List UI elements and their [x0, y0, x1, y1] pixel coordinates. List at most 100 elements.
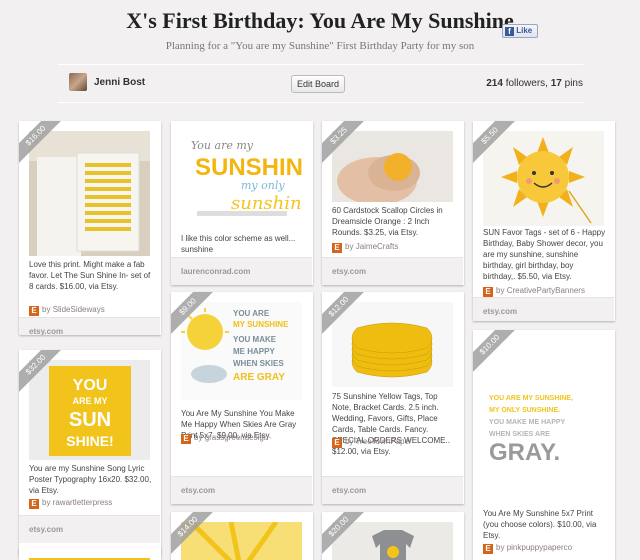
etsy-icon: E	[332, 438, 342, 448]
graphic-text: You are my	[191, 139, 254, 152]
pin-description: You are my Sunshine Song Lyric Poster Ty…	[29, 464, 152, 495]
pin-description: 60 Cardstock Scallop Circles in Dreamsic…	[332, 206, 443, 237]
pin-card[interactable]: YOU ARE MY SUN SHINE! $32.00 You are my …	[19, 350, 161, 554]
pin-description: You Are My Sunshine 5x7 Print (you choos…	[483, 509, 597, 540]
pin-description: Love this print. Might make a fab favor.…	[29, 260, 151, 291]
source-link[interactable]: CreativePartyBanners	[507, 286, 585, 295]
print-text: ARE GRAY	[233, 372, 285, 383]
user-name-link[interactable]: Jenni Bost	[94, 77, 145, 88]
print-text: MY SUNSHINE	[233, 320, 289, 329]
poster-image: YOU ARE MY SUN SHINE!	[29, 360, 150, 460]
pin-attribution: Eby CreativePartyBanners	[483, 285, 607, 297]
avatar[interactable]	[69, 73, 87, 91]
pin-image[interactable]	[29, 131, 150, 256]
pin-card[interactable]: $5.50 SUN Favor Tags - set of 6 - Happy …	[473, 121, 615, 321]
facebook-like-button[interactable]: f Like	[502, 24, 538, 38]
pin-card[interactable]: $14.00	[171, 512, 313, 560]
pin-image[interactable]	[483, 131, 604, 226]
pin-image[interactable]	[332, 302, 453, 387]
sun-tag-image	[483, 131, 604, 226]
source-link[interactable]: grassgreendesign	[205, 433, 269, 442]
print-text: MY ONLY SUNSHINE.	[489, 407, 560, 414]
pin-domain[interactable]: etsy.com	[473, 297, 614, 321]
pin-card[interactable]: $12.00 75 Sunshine Yellow Tags, Top Note…	[322, 292, 464, 504]
divider	[58, 102, 583, 103]
pin-card[interactable]	[19, 548, 161, 560]
pin-description: SUN Favor Tags - set of 6 - Happy Birthd…	[483, 228, 606, 281]
pin-image[interactable]	[332, 522, 453, 560]
followers-count[interactable]: 214	[486, 78, 503, 89]
onesie-image	[332, 522, 453, 560]
pin-image[interactable]: You are my SUNSHINE my only sunshine	[181, 131, 302, 219]
like-label: Like	[516, 26, 533, 35]
source-link[interactable]: rawartletterpress	[53, 498, 113, 507]
pin-attribution: Eby SlideSideways	[29, 304, 153, 316]
facebook-icon: f	[505, 27, 514, 36]
typography-print-image: YOU ARE MY SUNSHINE, MY ONLY SUNSHINE. Y…	[483, 340, 604, 465]
pin-card[interactable]: $16.00 Love this print. Might make a fab…	[19, 121, 161, 335]
etsy-icon: E	[483, 287, 493, 297]
etsy-icon: E	[29, 306, 39, 316]
source-link[interactable]: SlideSideways	[53, 305, 105, 314]
pin-domain[interactable]: laurenconrad.com	[171, 257, 312, 285]
pin-card[interactable]: YOU ARE MY SUNSHINE, MY ONLY SUNSHINE. Y…	[473, 330, 615, 560]
sunshine-graphic: You are my SUNSHINE my only sunshine	[181, 131, 302, 219]
pins-label: pins	[564, 78, 583, 89]
graphic-text: SUNSHINE	[195, 154, 302, 181]
print-text: YOU ARE	[233, 309, 270, 318]
divider	[58, 64, 583, 65]
print-image: YOU ARE MY SUNSHINE YOU MAKE ME HAPPY WH…	[181, 302, 302, 400]
pin-card[interactable]: $3.25 60 Cardstock Scallop Circles in Dr…	[322, 121, 464, 285]
source-link[interactable]: TreeTownPaper	[356, 437, 412, 446]
pin-image[interactable]	[181, 522, 302, 560]
pin-image[interactable]: YOU ARE MY SUN SHINE!	[29, 360, 150, 460]
etsy-icon: E	[181, 434, 191, 444]
poster-text: SHINE!	[66, 433, 113, 449]
pin-domain[interactable]: etsy.com	[171, 476, 312, 504]
via-prefix: by	[194, 433, 203, 442]
pin-domain[interactable]: etsy.com	[19, 515, 160, 543]
etsy-icon: E	[483, 544, 493, 554]
board-description: Planning for a "You are my Sunshine" Fir…	[165, 40, 475, 52]
via-prefix: by	[42, 498, 51, 507]
pin-attribution: Eby rawartletterpress	[29, 497, 153, 509]
pin-domain[interactable]: etsy.com	[322, 257, 463, 285]
graphic-text: sunshine	[231, 193, 302, 214]
etsy-icon: E	[29, 499, 39, 509]
poster-text: ARE MY	[72, 396, 107, 406]
via-prefix: by	[496, 543, 505, 552]
via-prefix: by	[496, 286, 505, 295]
source-link[interactable]: pinkpuppypaperco	[507, 543, 572, 552]
via-prefix: by	[42, 305, 51, 314]
board-stats: 214 followers, 17 pins	[486, 78, 583, 89]
pin-attribution: Eby TreeTownPaper	[332, 436, 456, 448]
board-title: X's First Birthday: You Are My Sunshine	[126, 8, 514, 33]
pin-domain[interactable]: etsy.com	[19, 317, 160, 335]
via-prefix: by	[345, 437, 354, 446]
pin-description: I like this color scheme as well... suns…	[181, 234, 296, 254]
pin-attribution: Eby pinkpuppypaperco	[483, 542, 607, 554]
followers-label: followers,	[505, 78, 548, 89]
pin-card[interactable]: YOU ARE MY SUNSHINE YOU MAKE ME HAPPY WH…	[171, 292, 313, 504]
via-prefix: by	[345, 242, 354, 251]
pin-image[interactable]	[332, 131, 453, 202]
pin-card[interactable]: You are my SUNSHINE my only sunshine I l…	[171, 121, 313, 285]
pin-image[interactable]: YOU ARE MY SUNSHINE YOU MAKE ME HAPPY WH…	[181, 302, 302, 400]
yellow-tags-image	[332, 302, 453, 387]
pin-image[interactable]: YOU ARE MY SUNSHINE, MY ONLY SUNSHINE. Y…	[483, 340, 604, 465]
pin-card[interactable]: $20.00	[322, 512, 464, 560]
print-text: ME HAPPY	[233, 347, 275, 356]
graphic-text: my only	[241, 179, 285, 192]
edit-board-button[interactable]: Edit Board	[291, 75, 345, 93]
print-text: YOU MAKE ME HAPPY	[489, 419, 566, 426]
pins-count[interactable]: 17	[551, 78, 562, 89]
print-text: GRAY.	[489, 439, 560, 465]
pin-domain[interactable]: etsy.com	[322, 476, 463, 504]
print-text: YOU ARE MY SUNSHINE,	[489, 395, 573, 402]
poster-text: YOU	[73, 377, 108, 394]
yellow-stripes-image	[181, 522, 302, 560]
source-link[interactable]: JaimeCrafts	[356, 242, 399, 251]
print-text: WHEN SKIES	[233, 359, 284, 368]
poster-text: SUN	[69, 409, 111, 431]
pin-attribution: Eby JaimeCrafts	[332, 241, 456, 253]
